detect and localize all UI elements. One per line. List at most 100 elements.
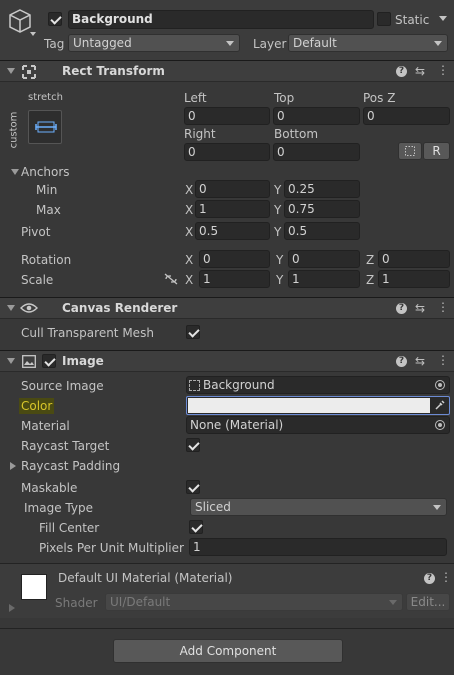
posz-field[interactable]: 0 <box>363 107 450 125</box>
foldout-arrow-icon[interactable] <box>7 305 15 311</box>
rect-transform-title: Rect Transform <box>62 64 165 78</box>
preset-icon[interactable]: ⇆ <box>415 301 425 315</box>
min-label: Min <box>36 183 58 197</box>
edit-shader-button: Edit... <box>406 593 450 611</box>
raycast-target-checkbox[interactable] <box>186 438 200 452</box>
stretch-icon <box>35 121 57 133</box>
anchors-label: Anchors <box>21 165 70 179</box>
min-y-field[interactable]: 0.25 <box>284 180 360 198</box>
rot-z-field[interactable]: 0 <box>378 250 450 268</box>
help-icon[interactable]: ? <box>396 303 407 314</box>
max-y-field[interactable]: 0.75 <box>284 200 360 218</box>
tag-value: Untagged <box>73 36 132 50</box>
more-icon[interactable]: ⋮ <box>437 300 449 314</box>
help-icon[interactable]: ? <box>424 573 435 584</box>
caret-icon <box>434 41 442 46</box>
caret-icon <box>433 505 441 510</box>
blueprint-icon <box>405 146 415 156</box>
more-icon[interactable]: ⋮ <box>437 353 449 367</box>
rot-x-field[interactable]: 0 <box>199 250 270 268</box>
image-header[interactable]: Image ? ⇆ ⋮ <box>0 350 454 372</box>
scale-y-field[interactable]: 1 <box>288 270 360 288</box>
blueprint-mode-button[interactable] <box>398 142 422 160</box>
min-x-field[interactable]: 0 <box>195 180 270 198</box>
shader-dropdown: UI/Default <box>105 593 403 611</box>
rot-y-field[interactable]: 0 <box>288 250 360 268</box>
scale-x-field[interactable]: 1 <box>199 270 270 288</box>
object-picker-icon[interactable] <box>435 420 445 430</box>
color-field[interactable] <box>186 396 450 415</box>
help-icon[interactable]: ? <box>396 356 407 367</box>
pivot-x-field[interactable]: 0.5 <box>195 222 270 240</box>
pivot-y-field[interactable]: 0.5 <box>284 222 360 240</box>
canvas-renderer-header[interactable]: Canvas Renderer ? ⇆ ⋮ <box>0 297 454 319</box>
static-dropdown-icon[interactable] <box>439 16 447 21</box>
preset-icon[interactable]: ⇆ <box>415 354 425 368</box>
max-y-label: Y <box>274 203 282 217</box>
material-foldout-icon[interactable] <box>9 604 15 612</box>
help-icon[interactable]: ? <box>396 66 407 77</box>
maskable-checkbox[interactable] <box>186 480 200 494</box>
scale-z-field[interactable]: 1 <box>378 270 450 288</box>
fill-center-label: Fill Center <box>39 521 100 535</box>
top-label: Top <box>274 91 295 105</box>
source-image-field[interactable]: Background <box>186 376 450 394</box>
right-field[interactable]: 0 <box>184 143 270 161</box>
static-checkbox[interactable] <box>377 12 391 26</box>
image-type-dropdown[interactable]: Sliced <box>190 498 447 516</box>
rect-transform-header[interactable]: Rect Transform ? ⇆ ⋮ <box>0 60 454 82</box>
material-field[interactable]: None (Material) <box>186 416 450 434</box>
more-icon[interactable]: ⋮ <box>440 570 452 584</box>
rot-x-label: X <box>185 253 194 267</box>
chevron-down-icon[interactable] <box>30 32 36 36</box>
raw-edit-button[interactable]: R <box>423 142 450 160</box>
scale-x-label: X <box>185 273 194 287</box>
raycast-padding-label: Raycast Padding <box>21 459 121 473</box>
left-label: Left <box>184 91 207 105</box>
raycast-padding-foldout-icon[interactable] <box>10 462 16 470</box>
cull-label: Cull Transparent Mesh <box>21 326 154 340</box>
cull-checkbox[interactable] <box>186 325 200 339</box>
top-field[interactable]: 0 <box>273 107 360 125</box>
object-picker-icon[interactable] <box>435 380 445 390</box>
fill-center-checkbox[interactable] <box>189 520 203 534</box>
add-component-button[interactable]: Add Component <box>113 639 343 663</box>
layer-value: Default <box>293 36 337 50</box>
eyedropper-icon[interactable] <box>434 399 446 411</box>
shader-value: UI/Default <box>110 595 171 609</box>
pivot-y-label: Y <box>274 225 282 239</box>
name-field[interactable]: Background <box>68 10 374 29</box>
layer-label: Layer <box>253 37 287 51</box>
anchor-preset-button[interactable] <box>28 110 62 144</box>
bottom-label: Bottom <box>274 127 319 141</box>
max-x-field[interactable]: 1 <box>195 200 270 218</box>
anchor-preset-side-label: custom <box>8 111 20 149</box>
unlinked-scale-icon[interactable] <box>164 273 178 285</box>
rect-transform-icon <box>22 65 36 79</box>
posz-label: Pos Z <box>363 91 396 105</box>
ppu-field[interactable]: 1 <box>189 538 447 556</box>
left-field[interactable]: 0 <box>184 107 270 125</box>
tag-dropdown[interactable]: Untagged <box>68 34 240 52</box>
max-label: Max <box>36 203 61 217</box>
tag-label: Tag <box>44 37 65 51</box>
scale-label: Scale <box>21 273 54 287</box>
canvas-renderer-title: Canvas Renderer <box>62 301 178 315</box>
material-section: Default UI Material (Material) ? ⋮ Shade… <box>0 564 454 618</box>
cube-icon <box>9 9 31 33</box>
material-preview-swatch <box>21 574 47 600</box>
image-enabled-checkbox[interactable] <box>42 354 56 368</box>
anchors-foldout-icon[interactable] <box>11 169 19 175</box>
rot-z-label: Z <box>366 253 375 267</box>
foldout-arrow-icon[interactable] <box>7 358 15 364</box>
bottom-field[interactable]: 0 <box>273 143 360 161</box>
layer-dropdown[interactable]: Default <box>288 34 448 52</box>
preset-icon[interactable]: ⇆ <box>415 64 425 78</box>
more-icon[interactable]: ⋮ <box>437 63 449 77</box>
foldout-arrow-icon[interactable] <box>7 68 15 74</box>
material-title: Default UI Material (Material) <box>58 571 233 585</box>
active-checkbox[interactable] <box>48 12 62 26</box>
image-icon <box>22 355 36 368</box>
eye-icon <box>20 303 38 313</box>
color-swatch[interactable] <box>188 398 430 413</box>
